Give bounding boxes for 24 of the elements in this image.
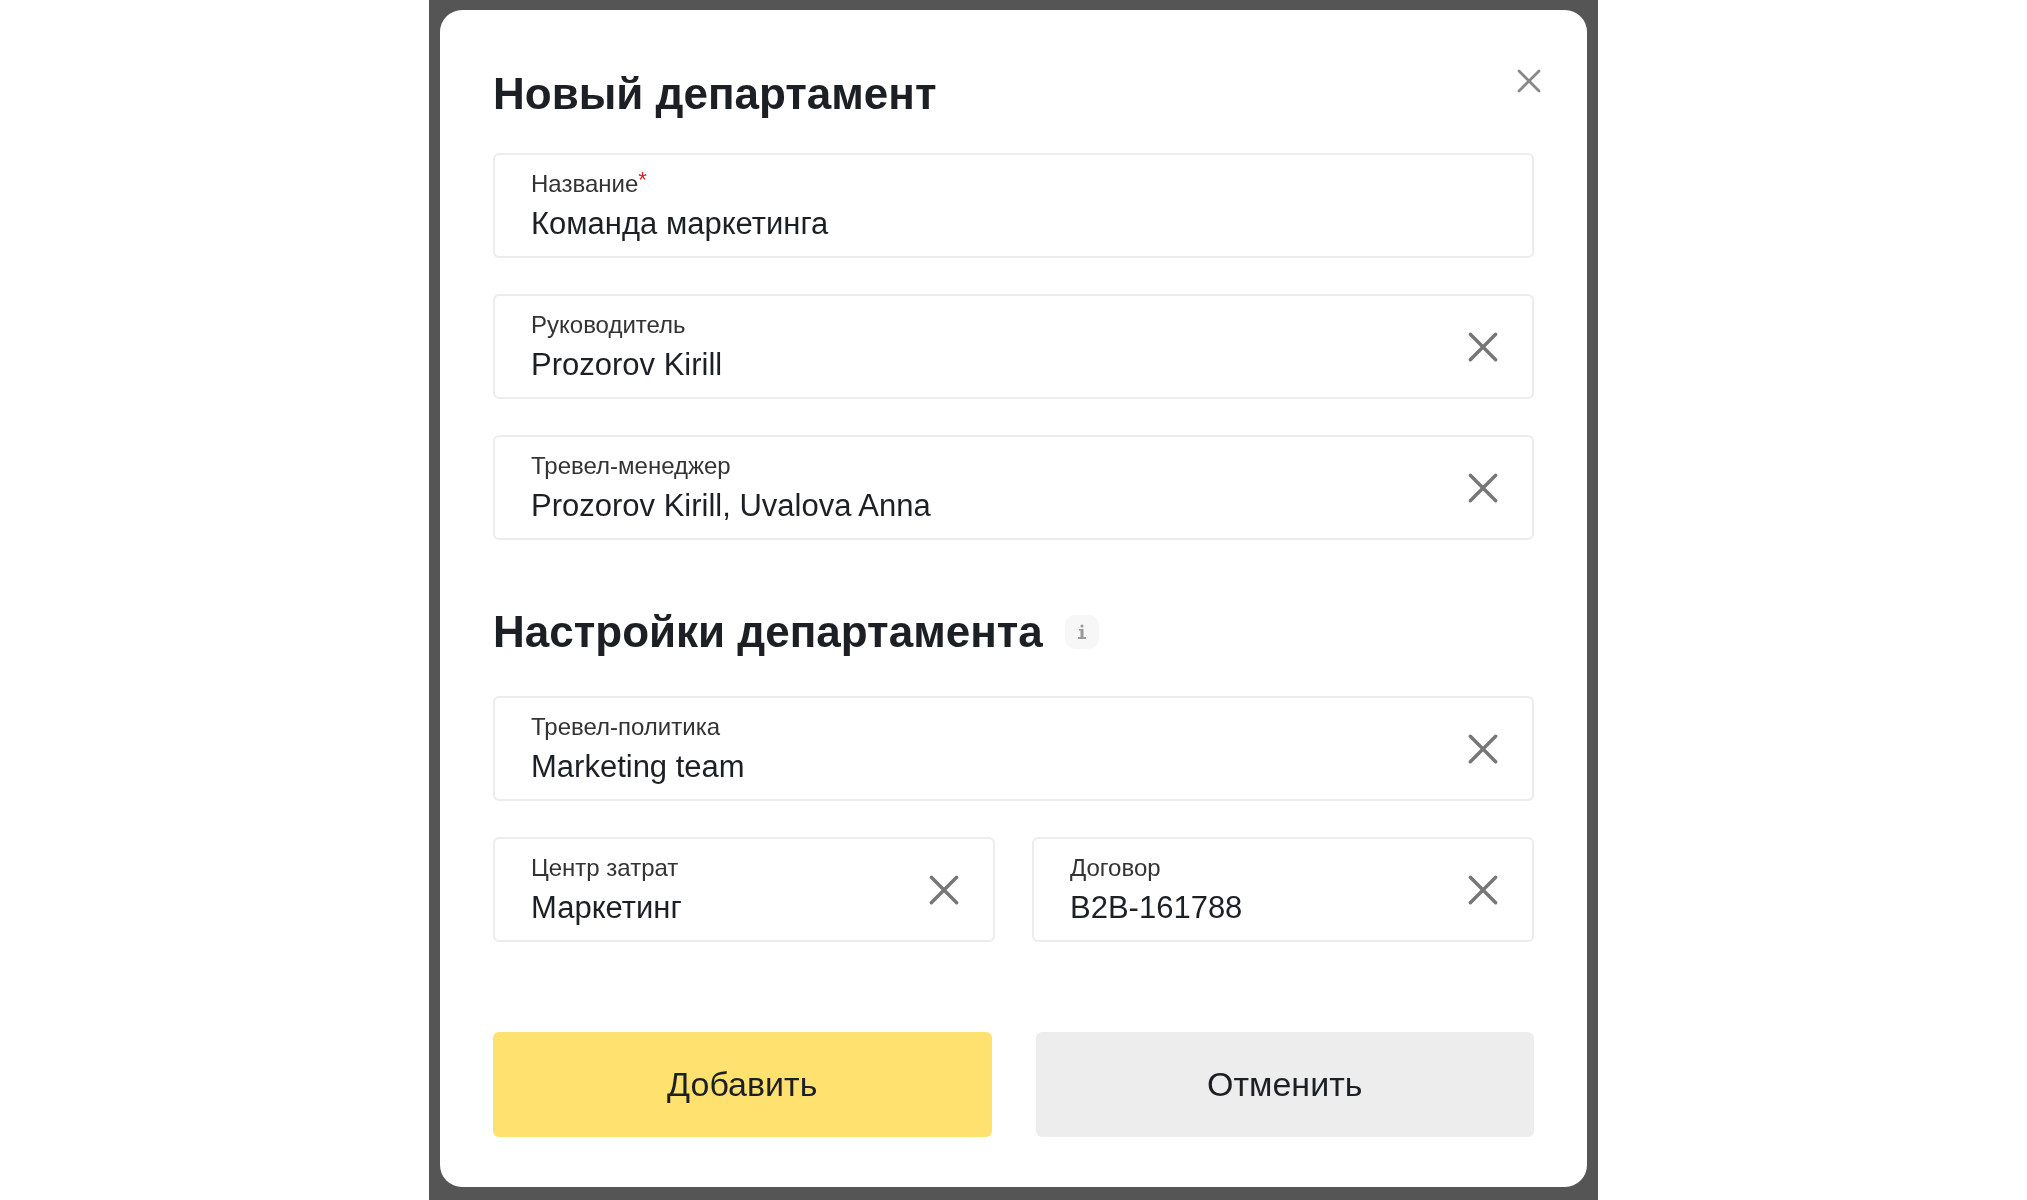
field-label: Центр затрат <box>531 852 679 883</box>
select-field[interactable]: Тревел-менеджер Prozorov Kirill, Uvalova Anna <box>493 435 1534 540</box>
select-field[interactable]: Тревел-политика Marketing team <box>493 696 1534 801</box>
field-value: Маркетинг <box>531 888 683 927</box>
field-value: Команда маркетинга <box>531 204 830 243</box>
select-field[interactable]: Руководитель Prozorov Kirill <box>493 294 1534 399</box>
field-value: Prozorov Kirill <box>531 345 724 384</box>
info-icon[interactable] <box>1064 615 1099 649</box>
dialog-button[interactable]: Отменить <box>1035 1032 1534 1137</box>
select-field[interactable]: Договор B2B-161788 <box>1032 837 1534 942</box>
section-title: Настройки департамента <box>493 606 1043 658</box>
select-field[interactable]: Центр затрат Маркетинг <box>493 837 995 942</box>
select-field[interactable]: Название* Команда маркетинга <box>493 153 1534 258</box>
field-label: Тревел-менеджер <box>531 450 731 481</box>
field-value: B2B-161788 <box>1070 888 1244 927</box>
field-label: Название <box>531 168 639 199</box>
field-label: Руководитель <box>531 309 686 340</box>
dialog-button[interactable]: Добавить <box>493 1032 992 1137</box>
field-value: Marketing team <box>531 747 746 786</box>
required-mark: * <box>638 167 647 194</box>
dialog-title: Новый департамент <box>493 68 937 120</box>
field-label: Договор <box>1070 852 1161 883</box>
field-value: Prozorov Kirill, Uvalova Anna <box>531 486 932 525</box>
field-label: Тревел-политика <box>531 711 721 742</box>
